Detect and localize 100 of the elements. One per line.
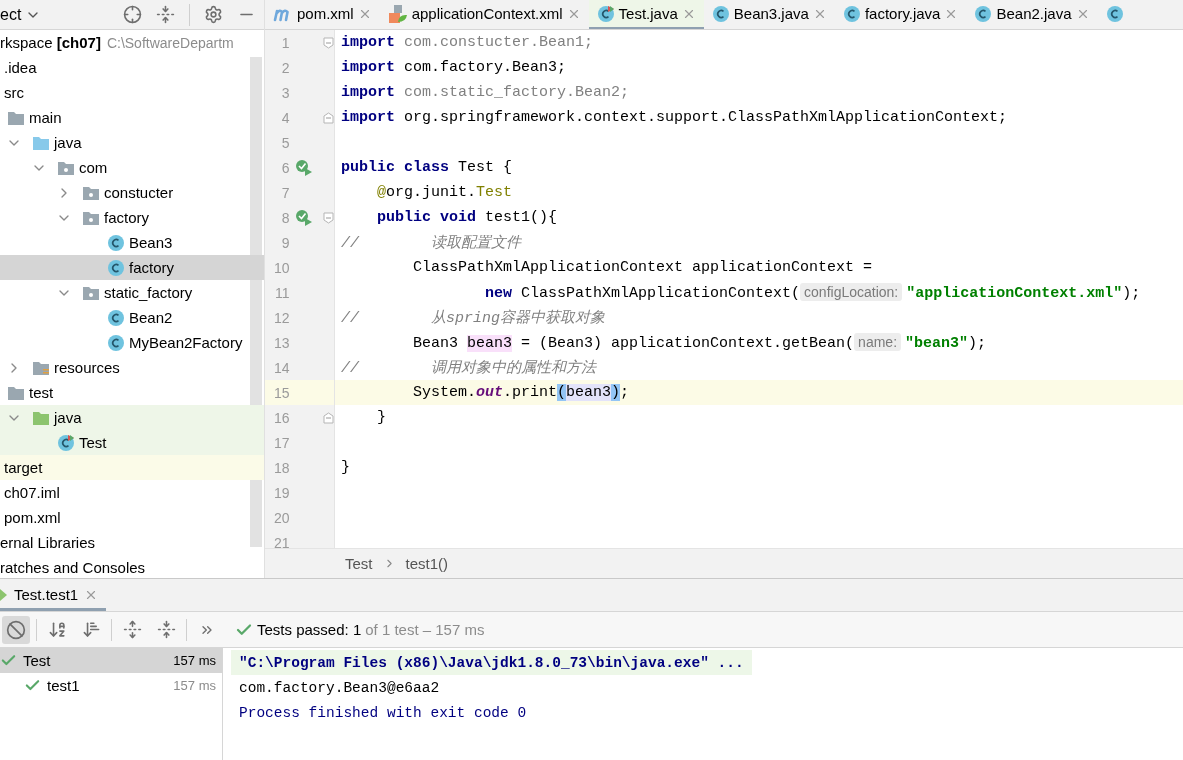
class-icon [107,233,125,252]
code-line: Bean3 bean3 = (Bean3) applicationContext.getBean( name: "bean3"); [412,333,987,352]
line-number: 13 [273,334,290,351]
test-item[interactable]: Test 157 ms [0,648,222,673]
project-path: C:\SoftwareDepartm [106,34,234,51]
tree-item[interactable]: src [0,80,264,105]
tree-item[interactable]: test [0,380,264,405]
tree-item[interactable]: ernal Libraries [0,530,264,555]
package-icon [82,284,100,301]
tree-item-label: com [79,159,108,176]
tree-item-label: resources [54,359,120,376]
editor-tab[interactable]: applicationContext.xml [379,0,589,29]
breadcrumb[interactable]: Test [345,555,373,572]
code-line: import com.constucter.Bean1; [340,34,594,51]
stop-icon[interactable] [2,615,30,644]
code-line: import org.springframework.context.support.ClassPathXmlApplicationContext; [340,109,1008,126]
code-line: new ClassPathXmlApplicationContext( configLocation: "applicationContext.xml"); [484,283,1141,302]
test-class-icon [57,433,75,452]
test-duration: 157 ms [173,678,216,693]
run-test-icon[interactable] [295,208,314,227]
breadcrumb[interactable]: test1() [405,555,449,572]
tree-item-label: factory [129,259,174,276]
line-number: 7 [280,184,290,201]
tree-item[interactable]: main [0,105,264,130]
line-number: 4 [280,109,290,126]
class-icon [107,308,125,327]
tree-item[interactable]: target [0,455,264,480]
folder-icon [32,409,50,426]
editor-tab[interactable]: factory.java [834,0,967,29]
fold-icon[interactable] [323,411,334,424]
class-icon [107,333,125,352]
line-number: 6 [280,159,290,176]
tree-item[interactable]: factory [0,205,264,230]
tree-item[interactable]: static_factory [0,280,264,305]
fold-icon[interactable] [323,111,334,124]
code-line: import com.factory.Bean3; [340,59,567,76]
line-number: 1 [280,34,290,51]
tree-item[interactable]: pom.xml [0,505,264,530]
collapse-all-icon[interactable] [156,5,175,24]
tree-item-label: MyBean2Factory [129,334,243,351]
line-number: 11 [274,284,290,301]
run-icon [0,587,8,602]
tree-item-label: java [54,134,82,151]
editor-tab[interactable]: Test.java [588,0,704,29]
console-line: com.factory.Bean3@e6aa2 [238,678,441,698]
line-number: 12 [273,309,290,326]
tree-item[interactable]: Bean3 [0,230,264,255]
line-number: 5 [280,134,290,151]
tree-item[interactable]: MyBean2Factory [0,330,264,355]
tree-item-label: static_factory [104,284,193,301]
tests-passed-label: Tests passed: 1 [257,621,362,638]
line-number: 9 [280,234,290,251]
test-duration: 157 ms [173,653,216,668]
tree-item[interactable]: .idea [0,55,264,80]
locate-icon[interactable] [123,5,142,24]
test-summary: of 1 test – 157 ms [365,621,485,638]
tree-item-label: java [54,409,82,426]
code-line: } [376,409,386,426]
code-line: public void test1(){ [376,209,558,226]
tree-item-label: test [29,384,54,401]
tree-item-label: ch07.iml [4,484,60,501]
tree-item[interactable]: Test [0,430,264,455]
tree-item-label: Bean2 [129,309,173,326]
code-line: System.out.print(bean3); [412,384,630,401]
code-line: import com.static_factory.Bean2; [340,84,630,101]
folder-icon [32,134,50,151]
tree-item-label: target [4,459,43,476]
package-icon [82,184,100,201]
fold-icon[interactable] [323,36,334,49]
tree-item[interactable]: ratches and Consoles [0,555,264,578]
editor-tab[interactable]: pom.xml [265,0,380,29]
line-number: 18 [273,459,290,476]
tree-item[interactable]: com [0,155,264,180]
tree-item[interactable]: java [0,130,264,155]
code-line: @org.junit.Test [376,184,513,201]
run-test-icon[interactable] [295,158,314,177]
package-icon [82,209,100,226]
editor-tab[interactable]: Bean2.java [966,0,1098,29]
line-number: 15 [273,384,290,401]
code-line: // 从spring容器中获取对象 [340,308,606,327]
settings-icon[interactable] [204,5,223,24]
class-icon [842,4,861,23]
code-line: } [340,459,350,476]
editor-tab[interactable]: Bean3.java [703,0,835,29]
tree-item[interactable]: java [0,405,264,430]
line-number: 21 [273,534,290,548]
tree-item[interactable]: Bean2 [0,305,264,330]
code-line: // 调用对象中的属性和方法 [340,358,596,377]
tree-item[interactable]: factory [0,255,264,280]
fold-icon[interactable] [323,211,334,224]
view-selector[interactable]: ect [0,5,42,24]
tree-item[interactable]: ch07.iml [0,480,264,505]
line-number: 3 [280,84,290,101]
test-item[interactable]: test1 157 ms [0,673,222,698]
class-icon [711,4,730,23]
tree-item[interactable]: resources [0,355,264,380]
code-line: // 读取配置文件 [340,233,521,252]
tree-item[interactable]: rkspace [ch07] C:\SoftwareDepartm [0,30,264,55]
class-icon [974,4,993,23]
tree-item[interactable]: constucter [0,180,264,205]
